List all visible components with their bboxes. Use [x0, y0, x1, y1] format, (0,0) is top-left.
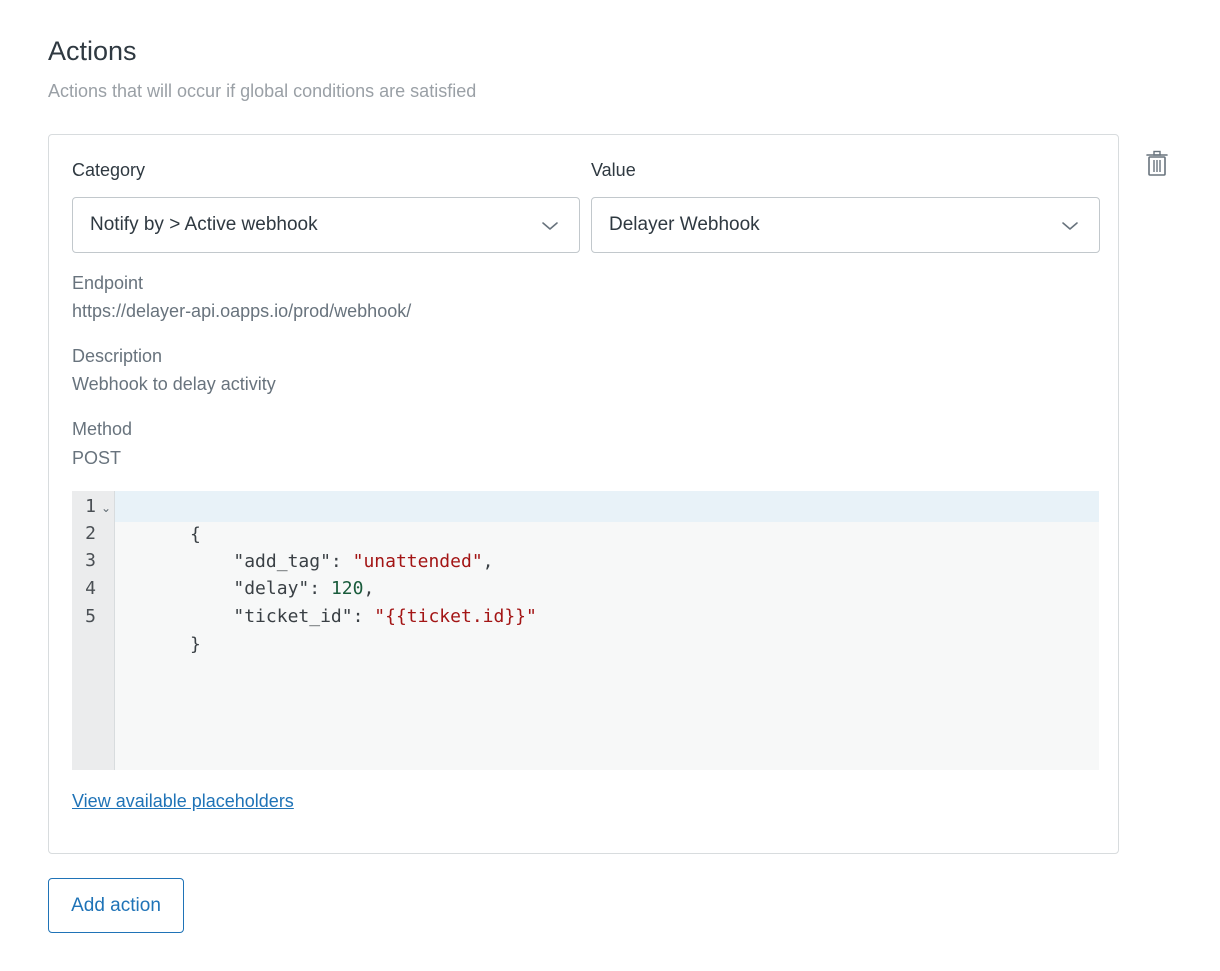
add-action-button[interactable]: Add action	[48, 878, 184, 933]
code-token: :	[352, 606, 375, 627]
active-line-highlight	[72, 491, 1099, 522]
category-select-value: Notify by > Active webhook	[90, 214, 318, 235]
code-token: ,	[482, 551, 494, 572]
chevron-down-icon	[542, 222, 558, 230]
chevron-down-icon	[1062, 222, 1078, 230]
value-label: Value	[591, 160, 636, 180]
code-token: "ticket_id"	[190, 606, 353, 627]
view-placeholders-link[interactable]: View available placeholders	[72, 789, 294, 813]
line-number: 4	[85, 578, 96, 599]
action-card: Category Notify by > Active webhook Valu…	[48, 134, 1119, 854]
section-title: Actions	[48, 36, 137, 66]
trash-icon[interactable]	[1145, 150, 1169, 176]
section-subtitle: Actions that will occur if global condit…	[48, 81, 477, 101]
endpoint-label: Endpoint	[72, 273, 144, 293]
method-value: POST	[72, 448, 122, 468]
line-number: 2	[85, 523, 96, 544]
line-number: 5	[85, 606, 96, 627]
code-line: }	[125, 603, 201, 687]
description-value: Webhook to delay activity	[72, 374, 276, 394]
description-label: Description	[72, 346, 163, 366]
line-number: 1	[85, 496, 96, 517]
value-select-value: Delayer Webhook	[609, 214, 760, 235]
code-token: "{{ticket.id}}"	[374, 606, 537, 627]
category-label: Category	[72, 160, 146, 180]
code-token: }	[190, 634, 201, 655]
endpoint-value: https://delayer-api.oapps.io/prod/webhoo…	[72, 301, 412, 321]
line-number-gutter: 1 ⌄ 2 3 4 5	[72, 491, 115, 770]
value-select[interactable]: Delayer Webhook	[591, 197, 1100, 253]
code-editor[interactable]: 1 ⌄ 2 3 4 5 { "add_tag": "unattended", "…	[72, 491, 1099, 770]
fold-chevron-icon[interactable]: ⌄	[101, 498, 111, 518]
line-number: 3	[85, 550, 96, 571]
category-select[interactable]: Notify by > Active webhook	[72, 197, 580, 253]
method-label: Method	[72, 419, 133, 439]
